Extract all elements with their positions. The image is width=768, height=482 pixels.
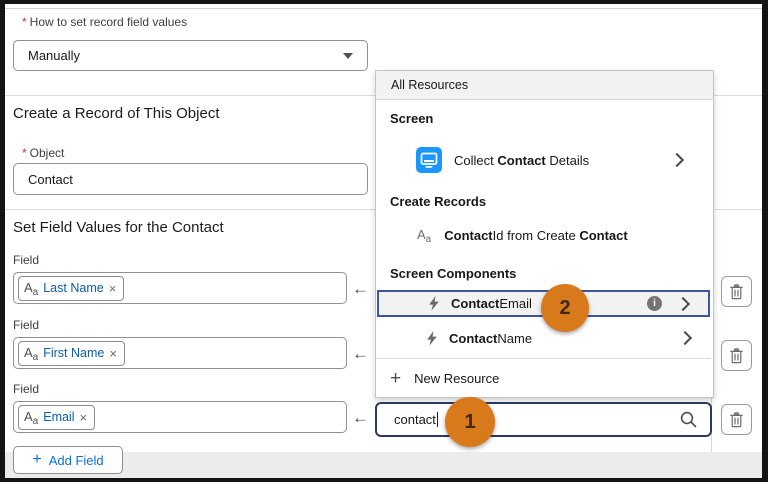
field-input-lastname[interactable]: Aa Last Name × [13,272,347,304]
screenshot-frame: * How to set record field values Manually… [0,0,768,482]
chevron-right-icon [669,152,685,168]
remove-icon[interactable]: × [109,282,117,295]
pill-label: Last Name [43,281,104,295]
top-divider [5,8,762,9]
text-type-icon: Aa [24,345,39,363]
picker-divider [376,358,711,359]
remove-icon[interactable]: × [109,347,117,360]
item-label: ContactId from Create Contact [444,227,628,243]
text-type-icon: Aa [417,227,432,245]
left-arrow-icon: ← [352,279,369,298]
screen-icon [416,147,442,173]
pill-label: Email [43,410,75,424]
object-value: Contact [28,171,73,187]
text-type-icon: Aa [24,280,39,298]
left-arrow-icon: ← [352,408,369,427]
set-values-heading: Set Field Values for the Contact [13,219,224,236]
resource-pill[interactable]: Aa Email × [18,404,96,430]
resource-search-input[interactable]: contact [375,402,712,437]
lightning-icon [429,296,439,311]
how-to-label: * How to set record field values [22,15,188,29]
chevron-right-icon [675,296,691,311]
add-field-label: Add Field [48,452,104,468]
delete-field-button[interactable] [721,404,752,435]
trash-icon [730,411,743,427]
annotation-step-2: 2 [541,284,589,332]
picker-item-contactid[interactable]: Aa ContactId from Create Contact [390,224,700,246]
item-label: Collect Contact Details [454,152,590,168]
search-icon [680,411,697,428]
field-label: Field [13,253,40,267]
lightning-icon [427,330,437,346]
field-label: Field [13,318,40,332]
required-asterisk: * [22,146,27,160]
plus-icon: + [390,367,402,389]
chevron-down-icon [343,52,353,59]
how-to-combobox[interactable]: Manually [13,40,368,71]
resource-pill[interactable]: Aa First Name × [18,340,125,366]
remove-icon[interactable]: × [80,411,88,424]
text-cursor [436,412,439,427]
object-label: * Object [22,146,65,160]
item-label: ContactEmail [451,296,532,311]
delete-field-button[interactable] [721,276,752,307]
chevron-right-icon [677,330,693,346]
field-input-email[interactable]: Aa Email × [13,401,347,433]
picker-item-collect-contact-details[interactable]: Collect Contact Details [390,142,700,178]
new-resource-label: New Resource [414,370,500,386]
section-title-screen: Screen [390,111,434,126]
plus-icon: + [32,451,42,468]
object-input[interactable]: Contact [13,163,368,195]
left-arrow-icon: ← [352,344,369,363]
annotation-step-1: 1 [445,397,495,447]
resource-pill[interactable]: Aa Last Name × [18,275,125,301]
required-asterisk: * [22,15,27,29]
section-title-create-records: Create Records [390,194,487,209]
info-icon[interactable]: i [647,296,662,311]
trash-icon [730,283,743,299]
picker-header: All Resources [376,71,713,100]
section-title-screen-components: Screen Components [390,266,517,281]
trash-icon [730,347,743,363]
text-type-icon: Aa [24,409,39,427]
delete-field-button[interactable] [721,340,752,371]
add-field-button[interactable]: + Add Field [13,446,123,474]
field-input-firstname[interactable]: Aa First Name × [13,337,347,369]
combobox-value: Manually [28,48,81,63]
field-label: Field [13,382,40,396]
search-value: contact [394,412,436,427]
item-label: ContactName [449,330,533,346]
pill-label: First Name [43,346,105,360]
create-record-heading: Create a Record of This Object [13,105,220,122]
new-resource-item[interactable]: + New Resource [376,362,711,394]
picker-item-contactname[interactable]: ContactName [377,326,710,350]
